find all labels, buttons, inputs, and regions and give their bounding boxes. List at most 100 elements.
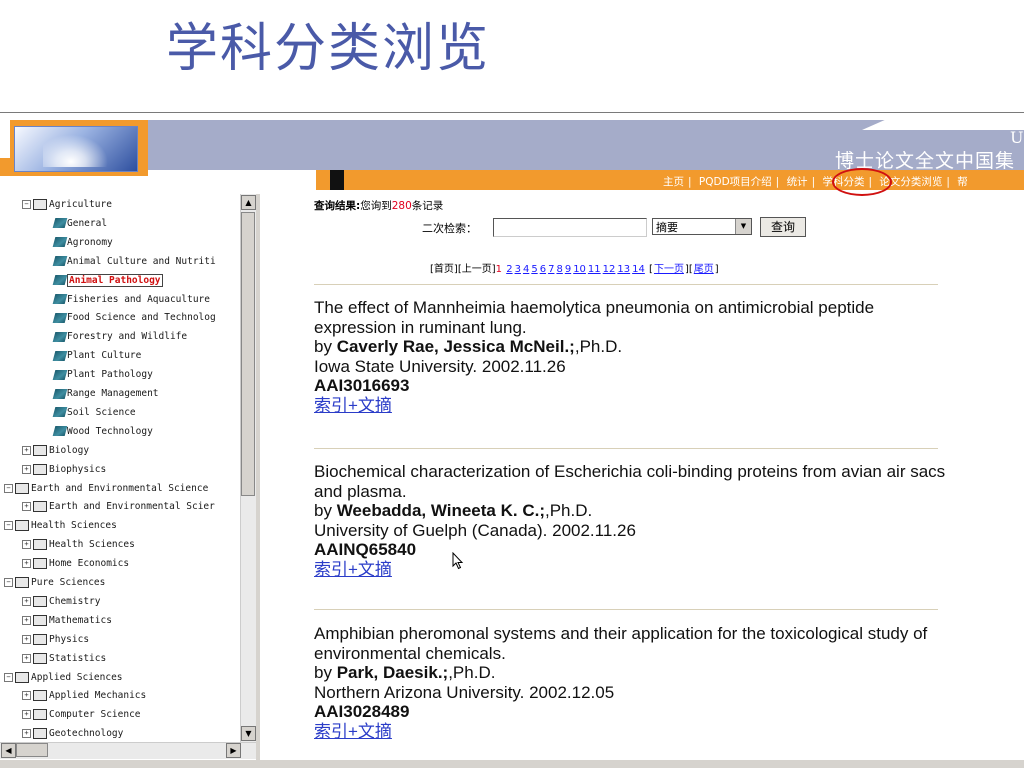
- tree-item[interactable]: Food Science and Technolog: [44, 309, 216, 327]
- tree-item[interactable]: − Pure Sciences: [4, 574, 105, 592]
- tree-item[interactable]: Wood Technology: [44, 423, 153, 441]
- expand-icon[interactable]: +: [22, 445, 31, 455]
- slide-title: 学科分类浏览: [166, 19, 491, 79]
- tree-item[interactable]: + Earth and Environmental Scier: [22, 498, 215, 516]
- tree-item[interactable]: + Biology: [22, 442, 89, 460]
- pager-page-link[interactable]: 13: [617, 264, 630, 275]
- banner-edge-letter: U: [1010, 128, 1024, 147]
- tree-item-label: Health Sciences: [31, 520, 117, 532]
- tree-item-label: Agronomy: [67, 236, 113, 248]
- pager-page-link[interactable]: 11: [588, 264, 601, 275]
- tree-item[interactable]: Forestry and Wildlife: [44, 328, 187, 346]
- top-nav: 主页 | PQDD项目介绍 | 统计 | 学科分类 | 论文分类浏览 | 帮: [663, 176, 968, 188]
- tree-item[interactable]: + Biophysics: [22, 461, 106, 479]
- pager-page-link[interactable]: 8: [556, 264, 562, 275]
- folder-icon: [33, 595, 47, 607]
- tree-item[interactable]: Agronomy: [44, 234, 113, 252]
- pager-page-link[interactable]: 3: [515, 264, 521, 275]
- result-record: The effect of Mannheimia haemolytica pne…: [314, 298, 954, 415]
- collapse-icon[interactable]: −: [4, 483, 13, 493]
- collapse-icon[interactable]: −: [22, 200, 31, 209]
- expand-icon[interactable]: +: [22, 729, 31, 739]
- pager-page-link[interactable]: 4: [523, 264, 529, 275]
- tree-item[interactable]: + Chemistry: [22, 593, 100, 611]
- pager-page-link[interactable]: 10: [573, 264, 586, 275]
- secondary-search-input[interactable]: [493, 218, 647, 237]
- nav-help[interactable]: 帮: [957, 176, 968, 188]
- expand-icon[interactable]: +: [22, 464, 31, 474]
- pager-page-link[interactable]: 12: [603, 264, 616, 275]
- pager-page-link[interactable]: 14: [632, 264, 645, 275]
- scroll-left-button[interactable]: ◀: [1, 743, 16, 758]
- pager-page-link[interactable]: 7: [548, 264, 554, 275]
- pager-page-link[interactable]: 2: [506, 264, 512, 275]
- search-field-select[interactable]: 摘要 ▼: [652, 218, 752, 235]
- pager-page-link[interactable]: 5: [531, 264, 537, 275]
- secondary-search-label: 二次检索：: [422, 222, 477, 235]
- tree-item[interactable]: − Applied Sciences: [4, 669, 123, 687]
- chevron-down-icon[interactable]: ▼: [735, 219, 751, 234]
- pager-page-link[interactable]: 6: [540, 264, 546, 275]
- scroll-down-button[interactable]: ▼: [241, 726, 256, 741]
- expand-icon[interactable]: +: [22, 540, 31, 550]
- tree-item[interactable]: − Earth and Environmental Science: [4, 480, 208, 498]
- tree-item[interactable]: Soil Science: [44, 404, 136, 422]
- frame-divider[interactable]: [256, 194, 260, 760]
- tree-item-selected[interactable]: Animal Pathology: [44, 272, 163, 290]
- collapse-icon[interactable]: −: [4, 672, 13, 682]
- expand-icon[interactable]: +: [22, 615, 31, 625]
- nav-home[interactable]: 主页: [663, 176, 684, 188]
- record-university: Northern Arizona University. 2002.12.05: [314, 682, 615, 702]
- folder-icon: [33, 633, 47, 645]
- tree-item[interactable]: + Health Sciences: [22, 536, 135, 554]
- expand-icon[interactable]: +: [22, 691, 31, 701]
- record-abstract-link[interactable]: 索引+文摘: [314, 396, 954, 416]
- tree-item[interactable]: + Computer Science: [22, 706, 141, 724]
- tree-item[interactable]: − Health Sciences: [4, 517, 117, 535]
- tree-item[interactable]: + Home Economics: [22, 555, 129, 573]
- scroll-right-button[interactable]: ▶: [226, 743, 241, 758]
- tree-item[interactable]: + Mathematics: [22, 612, 112, 630]
- pager-page-link[interactable]: 9: [565, 264, 571, 275]
- nav-stats[interactable]: 统计: [787, 176, 808, 188]
- expand-icon[interactable]: +: [22, 596, 31, 606]
- tree-item-label: Animal Culture and Nutriti: [67, 255, 216, 267]
- folder-icon: [33, 614, 47, 626]
- folder-icon: [33, 539, 47, 551]
- collapse-icon[interactable]: −: [4, 521, 13, 531]
- search-button[interactable]: 查询: [760, 217, 806, 237]
- book-icon: [52, 275, 68, 286]
- nav-pqdd-intro[interactable]: PQDD项目介绍: [699, 176, 772, 188]
- expand-icon[interactable]: +: [22, 653, 31, 663]
- tree-item-label: Plant Pathology: [67, 369, 153, 381]
- tree-item-label: Mathematics: [49, 614, 112, 626]
- pager-next[interactable]: 下一页: [654, 264, 684, 275]
- tree-item[interactable]: Fisheries and Aquaculture: [44, 291, 210, 309]
- record-authors: by Weebadda, Wineeta K. C.;,Ph.D.: [314, 501, 593, 520]
- tree-item[interactable]: − Agriculture: [22, 196, 112, 214]
- expand-icon[interactable]: +: [22, 710, 31, 720]
- pager-last[interactable]: 尾页: [694, 264, 714, 275]
- h-scroll-thumb[interactable]: [16, 743, 48, 757]
- tree-item[interactable]: + Statistics: [22, 650, 106, 668]
- tree-item[interactable]: Plant Culture: [44, 347, 141, 365]
- tree-item[interactable]: + Geotechnology: [22, 725, 123, 743]
- folder-icon: [33, 709, 47, 721]
- tree-item[interactable]: General: [44, 215, 107, 233]
- tree-item[interactable]: + Physics: [22, 631, 89, 649]
- tree-item[interactable]: Range Management: [44, 385, 159, 403]
- record-abstract-link[interactable]: 索引+文摘: [314, 560, 954, 580]
- scroll-thumb[interactable]: [241, 212, 255, 496]
- tree-item-label: Earth and Environmental Science: [31, 482, 209, 494]
- tree-item[interactable]: Animal Culture and Nutriti: [44, 253, 216, 271]
- collapse-icon[interactable]: −: [4, 578, 13, 587]
- tree-item-label: Animal Pathology: [67, 273, 163, 287]
- expand-icon[interactable]: +: [22, 559, 31, 569]
- tree-item[interactable]: + Applied Mechanics: [22, 687, 146, 705]
- tree-item[interactable]: Plant Pathology: [44, 366, 153, 384]
- record-abstract-link[interactable]: 索引+文摘: [314, 722, 954, 742]
- expand-icon[interactable]: +: [22, 634, 31, 644]
- tree-item-label: Computer Science: [49, 709, 141, 721]
- expand-icon[interactable]: +: [22, 502, 31, 512]
- scroll-up-button[interactable]: ▲: [241, 195, 256, 210]
